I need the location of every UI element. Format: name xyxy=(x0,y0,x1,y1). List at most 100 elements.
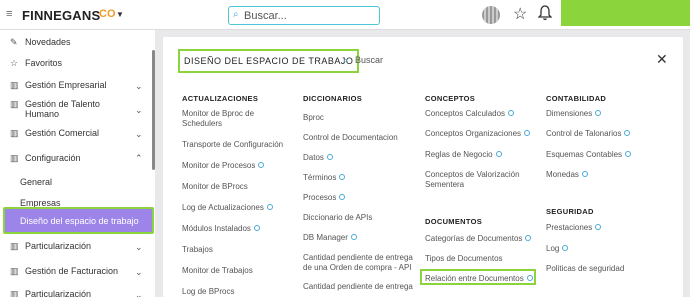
info-icon xyxy=(495,151,502,157)
info-icon xyxy=(581,171,588,177)
highlight-block xyxy=(561,0,690,26)
menu-link[interactable]: Conceptos Organizaciones xyxy=(425,129,531,139)
info-icon xyxy=(339,194,346,200)
column-heading: DOCUMENTOS xyxy=(425,217,483,226)
sidebar-scrollbar[interactable] xyxy=(152,50,155,170)
menu-link[interactable]: Trabajos xyxy=(182,245,213,255)
info-icon xyxy=(326,154,333,160)
link-label: Monitor de Procesos xyxy=(182,161,256,170)
menu-link[interactable]: Cantidad pendiente de entrega de una Ord… xyxy=(303,253,413,273)
menu-link[interactable]: Log de BProcs xyxy=(182,287,234,297)
chevron-down-icon: ⌄ xyxy=(135,105,143,115)
link-label: Prestaciones xyxy=(546,223,593,232)
menu-link[interactable]: Dimensiones xyxy=(546,109,602,119)
menu-link[interactable]: Monitor de Bproc de Schedulers xyxy=(182,109,282,129)
pin-icon: ✎ xyxy=(10,37,18,47)
link-label: Términos xyxy=(303,173,337,182)
menu-link[interactable]: Reglas de Negocio xyxy=(425,150,502,160)
menu-link[interactable]: Log de Actualizaciones xyxy=(182,203,273,213)
info-icon xyxy=(595,110,602,116)
menu-link[interactable]: Monitor de Procesos xyxy=(182,161,265,171)
column-heading: SEGURIDAD xyxy=(546,207,594,216)
close-icon[interactable]: ✕ xyxy=(656,51,668,68)
menu-link[interactable]: DB Manager xyxy=(303,233,357,243)
menu-link[interactable]: Conceptos de Valorización Sementera xyxy=(425,170,535,190)
building-icon: ▥ xyxy=(10,266,19,276)
building-icon: ▥ xyxy=(10,289,19,297)
menu-link[interactable]: Control de Talonarios xyxy=(546,129,631,139)
menu-link[interactable]: Tipos de Documentos xyxy=(425,254,503,264)
building-icon: ▥ xyxy=(10,99,19,109)
info-icon xyxy=(266,204,273,210)
menu-link[interactable]: Cantidad pendiente de entrega xyxy=(303,282,413,292)
sidebar-item-label: Gestión Comercial xyxy=(25,128,100,138)
link-label: DB Manager xyxy=(303,233,348,242)
sidebar-item-talento-humano[interactable]: ▥ Gestión de Talento Humano ⌄ xyxy=(0,99,155,121)
menu-link[interactable]: Diccionario de APIs xyxy=(303,213,372,223)
info-icon xyxy=(508,110,515,116)
sidebar-item-label: Particularización xyxy=(25,241,92,251)
menu-link[interactable]: Monedas xyxy=(546,170,588,180)
chevron-down-icon: ⌄ xyxy=(135,129,143,139)
sidebar-item-label: Gestión de Facturacion xyxy=(25,266,119,276)
sidebar-item-label: Gestión Empresarial xyxy=(25,80,107,90)
link-label: Módulos Instalados xyxy=(182,224,251,233)
menu-link[interactable]: Módulos Instalados xyxy=(182,224,260,234)
info-icon xyxy=(562,245,569,251)
column-heading: CONCEPTOS xyxy=(425,94,476,103)
info-icon xyxy=(350,234,357,240)
building-icon: ▥ xyxy=(10,128,19,138)
info-icon xyxy=(624,130,631,136)
menu-link[interactable]: Categorías de Documentos xyxy=(425,234,532,244)
link-label: Monedas xyxy=(546,170,579,179)
search-input[interactable]: ⌕ Buscar... xyxy=(228,6,380,25)
menu-link[interactable]: Monitor de BProcs xyxy=(182,182,248,192)
link-label: Procesos xyxy=(303,193,337,202)
menu-icon[interactable]: ≡ xyxy=(6,8,12,20)
logo-text[interactable]: FINNEGANS xyxy=(22,8,100,23)
panel-title: DISEÑO DEL ESPACIO DE TRABAJO xyxy=(178,49,360,73)
menu-link[interactable]: Log xyxy=(546,244,569,254)
search-placeholder: Buscar... xyxy=(244,10,287,22)
menu-link[interactable]: Procesos xyxy=(303,193,346,203)
menu-link[interactable]: Prestaciones xyxy=(546,223,602,233)
menu-link[interactable]: Bproc xyxy=(303,113,324,123)
sidebar-item-label: Particularización xyxy=(25,289,92,297)
star-icon[interactable]: ☆ xyxy=(513,4,527,24)
menu-link[interactable]: Politicas de seguridad xyxy=(546,264,624,274)
panel-search-input[interactable]: Buscar xyxy=(355,55,383,65)
sidebar: ✎ Novedades ☆ Favoritos ▥ Gestión Empres… xyxy=(0,30,155,297)
info-icon xyxy=(524,130,531,136)
building-icon: ▥ xyxy=(10,153,19,163)
link-label: Categorías de Documentos xyxy=(425,234,523,243)
column-heading: CONTABILIDAD xyxy=(546,94,607,103)
chevron-down-icon: ⌄ xyxy=(135,290,143,297)
avatar[interactable] xyxy=(482,6,500,24)
menu-link[interactable]: Monitor de Trabajos xyxy=(182,266,253,276)
workspace-panel: DISEÑO DEL ESPACIO DE TRABAJO ⌕ Buscar ✕… xyxy=(163,37,683,297)
top-bar: ≡ FINNEGANS CO ▼ ⌕ Buscar... ☆ xyxy=(0,0,690,30)
menu-link[interactable]: Esquemas Contables xyxy=(546,150,632,160)
link-label: Reglas de Negocio xyxy=(425,150,493,159)
sidebar-subitem-diseno-activo[interactable]: Diseño del espacio de trabajo xyxy=(3,207,154,234)
menu-link[interactable]: Control de Documentacion xyxy=(303,133,398,143)
sidebar-item-label: Novedades xyxy=(25,37,71,47)
info-icon xyxy=(625,151,632,157)
sidebar-item-label: Diseño del espacio de trabajo xyxy=(20,216,139,226)
link-label: Log xyxy=(546,244,560,253)
menu-link[interactable]: Términos xyxy=(303,173,346,183)
menu-link[interactable]: Datos xyxy=(303,153,333,163)
menu-link[interactable]: Transporte de Configuración xyxy=(182,140,283,150)
chevron-down-icon: ⌄ xyxy=(135,242,143,252)
chevron-down-icon[interactable]: ▼ xyxy=(116,10,124,19)
bell-icon[interactable] xyxy=(538,5,552,21)
link-label: Esquemas Contables xyxy=(546,150,623,159)
link-label: Conceptos Calculados xyxy=(425,109,506,118)
sidebar-subitem-general[interactable]: General xyxy=(20,177,52,187)
highlight-box xyxy=(420,269,536,285)
sidebar-item-label: Gestión de Talento Humano xyxy=(25,99,100,119)
link-label: Control de Talonarios xyxy=(546,129,622,138)
menu-link[interactable]: Conceptos Calculados xyxy=(425,109,515,119)
search-icon: ⌕ xyxy=(233,9,239,20)
info-icon xyxy=(595,224,602,230)
